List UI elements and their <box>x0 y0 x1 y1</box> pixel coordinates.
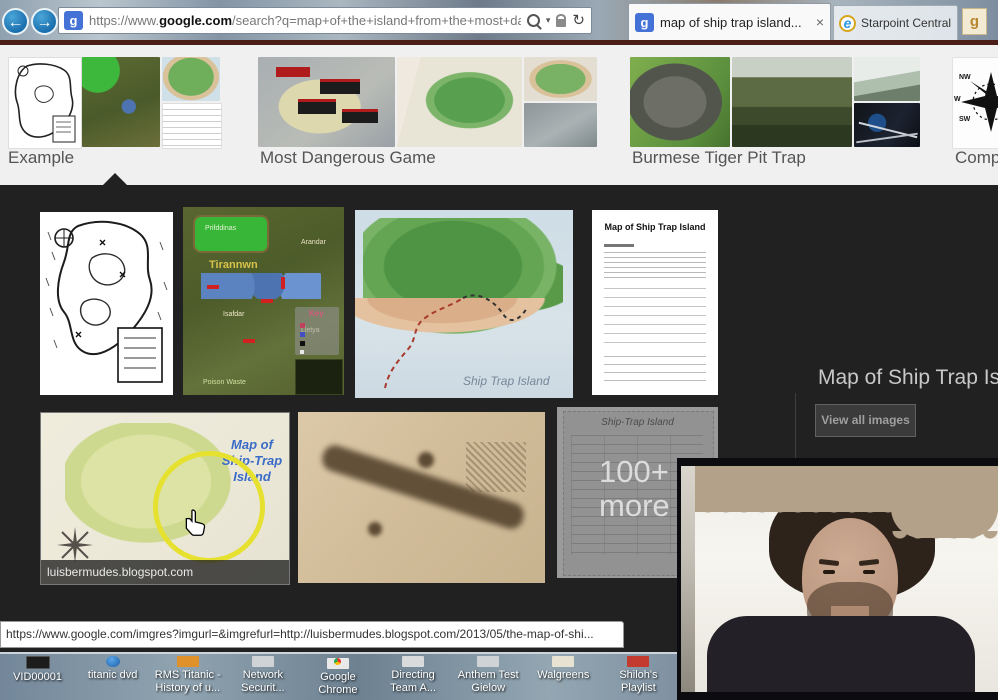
lock-icon <box>556 19 566 27</box>
result-thumb-sepia-map[interactable] <box>298 412 545 583</box>
bw-treasure-map-drawing <box>40 212 173 395</box>
compass-rose-icon <box>961 72 998 132</box>
tab-title: Starpoint Central School ... <box>861 16 952 30</box>
internet-explorer-icon: e <box>839 15 856 32</box>
strip-thumb-stone-pit[interactable] <box>630 57 730 147</box>
grayed-doc-title: Ship-Trap Island <box>557 417 718 428</box>
preview-title: Map of Ship Trap Island <box>818 366 998 390</box>
chrome-icon <box>327 658 349 669</box>
strip-thumb-drawn-island-map[interactable] <box>397 57 522 147</box>
compass-sw-label: SW <box>959 116 970 123</box>
person-eye <box>863 570 875 574</box>
close-icon[interactable]: × <box>816 14 824 30</box>
webcam-overlay <box>677 458 998 700</box>
forward-button[interactable]: → <box>31 8 58 35</box>
webcam-video-frame <box>681 466 998 692</box>
game-map-area-label: Isafdar <box>223 311 244 318</box>
person-jacket <box>707 616 975 692</box>
result-thumb-worksheet[interactable]: Map of Ship Trap Island <box>592 210 718 395</box>
game-map-area-label: Arandar <box>301 239 326 246</box>
desktop-icon-directing-team[interactable]: DirectingTeam A... <box>376 656 451 697</box>
game-map-legend-title: Key <box>309 309 324 318</box>
group-label-burmese-tiger-pit-trap[interactable]: Burmese Tiger Pit Trap <box>632 148 806 168</box>
compass-w-label: W <box>954 96 961 103</box>
playlist-icon <box>627 656 649 667</box>
browser-chrome: ← → g https://www.google.com/search?q=ma… <box>0 0 998 40</box>
back-button[interactable]: ← <box>2 8 29 35</box>
tab-starpoint-school[interactable]: e Starpoint Central School ... <box>833 5 958 40</box>
document-icon <box>252 656 274 667</box>
watercolor-trail-path <box>355 210 573 398</box>
curtain-valance-drop <box>891 496 998 538</box>
document-icon <box>402 656 424 667</box>
group-label-compass[interactable]: Comp <box>955 148 998 168</box>
back-arrow-icon: ← <box>8 14 24 31</box>
wall-edge <box>681 466 695 692</box>
view-all-images-button[interactable]: View all images <box>815 404 916 437</box>
desktop-icon-anthem-test[interactable]: Anthem TestGielow <box>451 656 526 697</box>
strip-thumb-compass[interactable]: NW W SW <box>952 57 998 149</box>
folder-icon <box>177 656 199 667</box>
highlight-circle <box>153 451 265 563</box>
person-eye <box>823 570 835 574</box>
video-file-icon <box>26 656 50 669</box>
result-thumb-bw-treasure-map[interactable] <box>40 212 173 395</box>
game-map-area-label: Prifddinas <box>205 225 236 232</box>
strip-thumb-game-map[interactable] <box>82 57 160 147</box>
strip-thumb-afghan-map[interactable] <box>258 57 395 147</box>
forward-arrow-icon: → <box>37 14 53 31</box>
desktop-icon-walgreens[interactable]: Walgreens <box>526 656 601 697</box>
desktop-icon-shilohs-playlist[interactable]: Shiloh'sPlaylist <box>601 656 676 697</box>
refresh-icon[interactable]: ↻ <box>572 14 585 28</box>
worksheet-title: Map of Ship Trap Island <box>592 222 718 232</box>
desktop-icons-row: VID00001 titanic dvd RMS Titanic -Histor… <box>0 656 676 697</box>
bw-map-drawing <box>9 58 81 148</box>
document-icon <box>552 656 574 667</box>
strip-thumb-dark-pit[interactable] <box>854 103 920 147</box>
document-icon <box>477 656 499 667</box>
desktop-icon-titanic-dvd[interactable]: titanic dvd <box>75 656 150 697</box>
strip-thumb-document[interactable] <box>162 103 222 149</box>
selected-group-notch <box>103 173 127 185</box>
game-map-title: Tirannwn <box>209 259 258 271</box>
compass-nw-label: NW <box>959 74 971 81</box>
hover-source-caption: luisbermudes.blogspot.com <box>41 560 289 584</box>
google-favicon-icon: g <box>64 11 83 30</box>
hand-drawn-compass-icon <box>55 525 95 565</box>
related-images-strip: Example Most Dangerous Game Burmese Tige… <box>0 45 998 185</box>
game-map-area-label: Poison Waste <box>203 379 246 386</box>
result-thumb-game-map[interactable]: Prifddinas Arandar Tirannwn Isafdar Llet… <box>183 207 344 395</box>
result-thumb-hovered-map[interactable]: Map of Ship-Trap Island luisbermudes.blo… <box>40 412 290 585</box>
address-bar-icons: ▾ ↻ <box>521 14 591 28</box>
address-bar[interactable]: g https://www.google.com/search?q=map+of… <box>58 7 592 34</box>
more-results-overlay[interactable]: 100+ more <box>599 455 670 523</box>
result-thumb-watercolor-map[interactable]: Ship Trap Island <box>355 210 573 398</box>
desktop-icon-rms-titanic[interactable]: RMS Titanic -History of u... <box>150 656 225 697</box>
hand-cursor-icon <box>183 509 209 539</box>
strip-thumb-illustrated-map[interactable] <box>162 57 220 101</box>
dvd-disc-icon <box>106 656 120 667</box>
url-text: https://www.google.com/search?q=map+of+t… <box>89 13 521 28</box>
group-label-most-dangerous-game[interactable]: Most Dangerous Game <box>260 148 436 168</box>
google-favicon-icon: g <box>635 13 654 32</box>
chevron-down-icon[interactable]: ▾ <box>546 15 551 26</box>
status-bar-url: https://www.google.com/imgres?imgurl=&im… <box>0 621 624 648</box>
watercolor-caption: Ship Trap Island <box>463 374 550 388</box>
search-icon[interactable] <box>527 14 540 27</box>
strip-thumb-gray-map[interactable] <box>524 103 597 147</box>
strip-thumb-small-map[interactable] <box>524 57 597 101</box>
g-favicon-tab[interactable]: g <box>962 8 987 35</box>
group-label-example[interactable]: Example <box>8 148 74 168</box>
desktop-icon-network-security[interactable]: NetworkSecurit... <box>225 656 300 697</box>
desktop-icon-vid00001[interactable]: VID00001 <box>0 656 75 697</box>
desktop-icon-google-chrome[interactable]: GoogleChrome <box>300 656 375 697</box>
tab-ship-trap-island[interactable]: g map of ship trap island... × <box>628 3 831 40</box>
strip-thumb-snowy-pit[interactable] <box>854 57 920 101</box>
strip-thumb-forest-bog[interactable] <box>732 57 852 147</box>
strip-thumb-bw-map[interactable] <box>8 57 82 149</box>
tab-title: map of ship trap island... <box>660 15 812 30</box>
